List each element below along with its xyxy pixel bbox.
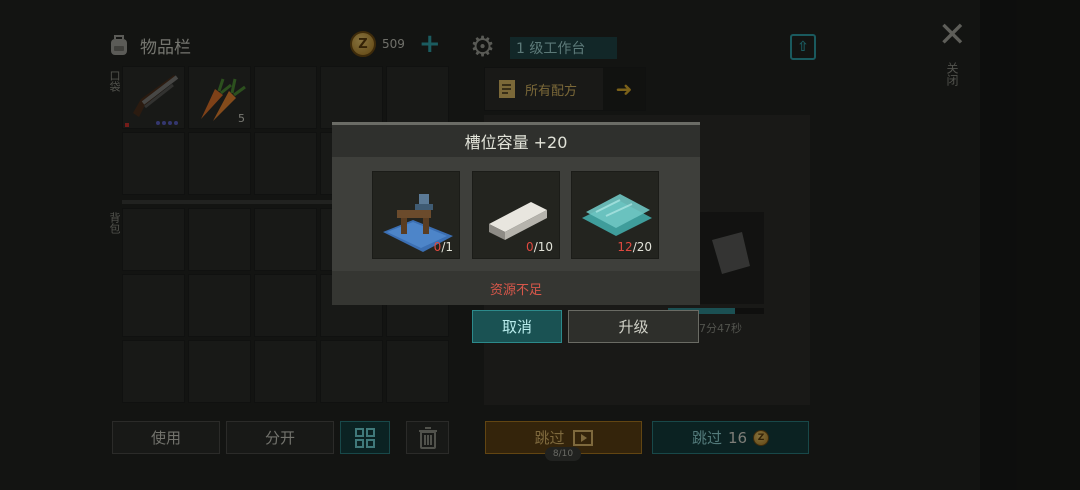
requirement-slot[interactable]: 0/10 <box>472 171 560 259</box>
cancel-button[interactable]: 取消 <box>472 310 562 343</box>
requirement-slot[interactable]: 0/1 <box>372 171 460 259</box>
requirement-qty: 0/1 <box>433 240 453 254</box>
upgrade-dialog: 槽位容量 +20 0/1 0/10 12/20 资源不足 <box>332 122 700 305</box>
upgrade-button[interactable]: 升级 <box>568 310 699 343</box>
requirement-slot[interactable]: 12/20 <box>571 171 659 259</box>
game-screen: 物品栏 Z 509 + 口袋 背包 5 使用 分开 ⚙ 1 级工作台 ⇧ ✕ 关… <box>0 0 1080 490</box>
requirement-qty: 0/10 <box>526 240 553 254</box>
requirement-qty: 12/20 <box>617 240 652 254</box>
insufficient-resources-message: 资源不足 <box>332 271 700 305</box>
dialog-title: 槽位容量 +20 <box>332 125 700 157</box>
